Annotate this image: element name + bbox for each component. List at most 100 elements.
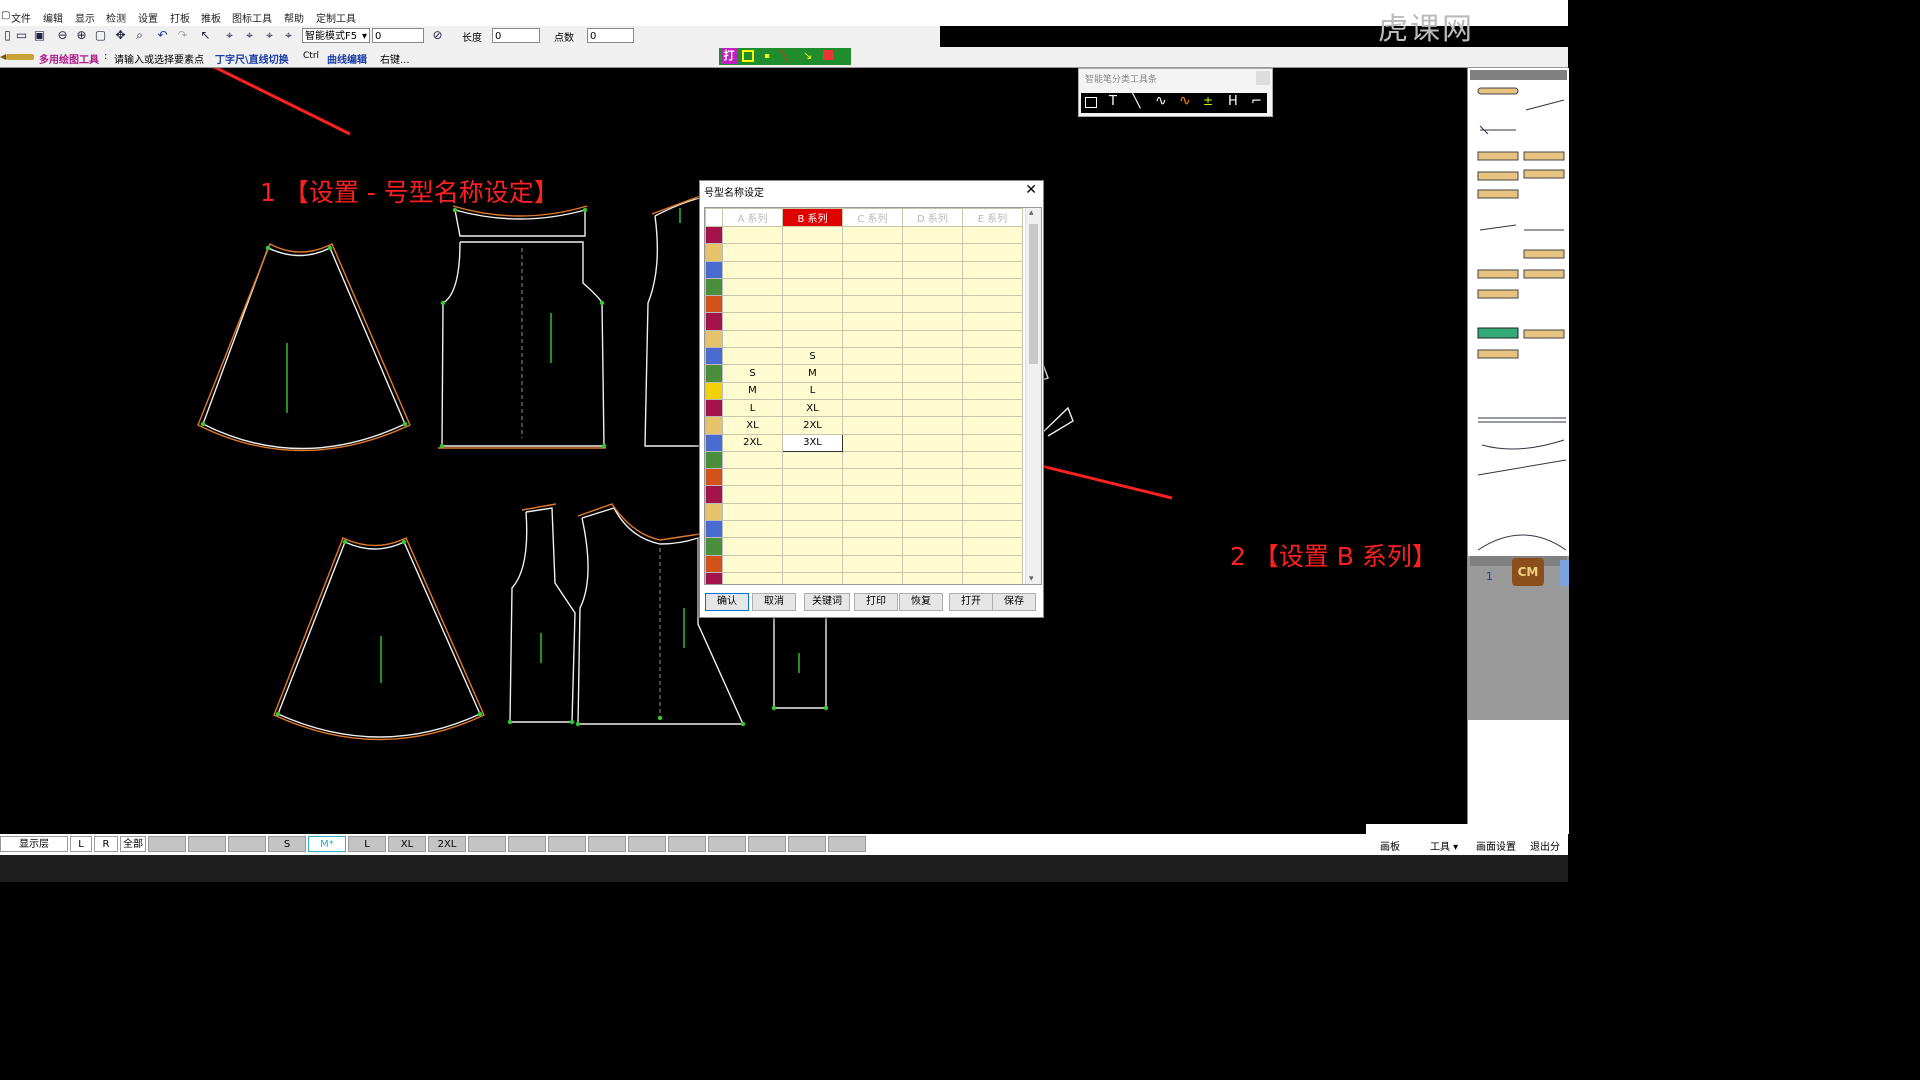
point-tool-c-icon[interactable]: ⌖ [262,28,277,43]
b-series-edit-cell[interactable]: 3XL [782,433,843,452]
grid-cell[interactable] [722,450,783,470]
grid-cell[interactable] [722,277,783,297]
color-swatch[interactable] [705,537,723,556]
smart-mode-select[interactable]: 智能模式F5 ▾ [302,28,370,43]
scroll-up-icon[interactable]: ▴ [1029,208,1034,218]
menu-edit[interactable]: 编辑 [43,10,63,25]
size-slot[interactable] [508,836,546,852]
size-m-button[interactable]: M* [308,836,346,852]
grid-cell[interactable] [842,468,903,487]
save-icon[interactable]: ▣ [32,28,47,43]
color-swatch[interactable] [705,225,723,245]
grid-cell[interactable] [722,312,783,331]
smooth-curve-tool-icon[interactable]: ∿ [1179,93,1191,109]
grid-cell[interactable] [722,260,783,279]
grid-cell[interactable] [962,312,1023,331]
grid-cell[interactable] [782,502,843,522]
grid-cell[interactable] [902,416,963,435]
t-square-tool-icon[interactable]: T [1109,94,1117,109]
layer-l-button[interactable]: L [70,836,92,852]
grid-cell[interactable] [842,571,903,584]
grid-cell[interactable] [842,312,903,331]
grid-cell[interactable] [842,364,903,383]
grid-cell[interactable] [962,364,1023,383]
size-l-button[interactable]: L [348,836,386,852]
grid-cell[interactable] [722,554,783,573]
point-tool-b-icon[interactable]: ⌖ [242,28,257,43]
redo-icon[interactable]: ↷ [175,28,190,43]
curve-toggle-icon[interactable]: ⊘ [430,28,445,43]
color-swatch[interactable] [705,329,723,349]
column-b-header[interactable]: B 系列 [782,208,843,227]
a-series-cell[interactable]: M [722,381,783,400]
color-swatch[interactable] [705,398,723,418]
undo-icon[interactable]: ↶ [155,28,170,43]
grid-cell[interactable] [902,347,963,366]
b-series-cell[interactable]: S [782,347,843,366]
grid-cell[interactable] [962,554,1023,573]
grid-cell[interactable] [782,571,843,584]
grid-cell[interactable] [722,485,783,504]
grid-cell[interactable] [902,364,963,383]
grid-cell[interactable] [962,347,1023,366]
grid-cell[interactable] [842,243,903,262]
grid-cell[interactable] [782,295,843,314]
menu-pattern[interactable]: 打板 [170,10,190,25]
snap-line-icon[interactable]: ╲ [781,49,788,63]
a-series-cell[interactable]: XL [722,416,783,435]
grid-cell[interactable] [962,502,1023,522]
size-slot[interactable] [548,836,586,852]
layer-side-icon[interactable] [1560,560,1569,586]
color-swatch[interactable] [705,347,723,366]
grid-cell[interactable] [842,225,903,245]
tab-tools[interactable]: 工具 ▾ [1430,838,1458,853]
grid-cell[interactable] [962,260,1023,279]
grid-cell[interactable] [782,312,843,331]
grid-cell[interactable] [722,468,783,487]
grid-cell[interactable] [722,225,783,245]
grid-cell[interactable] [962,225,1023,245]
color-swatch[interactable] [705,485,723,504]
grid-cell[interactable] [722,537,783,556]
grid-cell[interactable] [782,468,843,487]
grid-cell[interactable] [782,520,843,539]
length-field[interactable]: 0 [492,28,540,43]
grid-cell[interactable] [902,225,963,245]
grid-cell[interactable] [782,225,843,245]
grid-cell[interactable] [902,381,963,400]
rectangle-tool-icon[interactable] [1085,97,1097,108]
parallel-tool-icon[interactable]: ± [1203,94,1213,108]
grid-cell[interactable] [722,243,783,262]
grid-cell[interactable] [722,520,783,539]
grid-cell[interactable] [902,520,963,539]
size-slot[interactable] [148,836,186,852]
size-slot[interactable] [668,836,706,852]
open-button[interactable]: 打开 [949,593,993,611]
column-c-header[interactable]: C 系列 [842,208,903,227]
color-swatch[interactable] [705,312,723,331]
tab-canvas[interactable]: 画板 [1380,838,1400,853]
close-icon[interactable]: ✕ [1025,182,1037,198]
size-slot[interactable] [588,836,626,852]
grid-cell[interactable] [962,468,1023,487]
size-s-button[interactable]: S [268,836,306,852]
size-slot[interactable] [828,836,866,852]
grid-cell[interactable] [902,537,963,556]
a-series-cell[interactable]: S [722,364,783,383]
point-tool-d-icon[interactable]: ⌖ [281,28,296,43]
line-tool-icon[interactable]: ╲ [1132,93,1140,109]
grid-cell[interactable] [842,450,903,470]
grid-cell[interactable] [902,312,963,331]
grid-cell[interactable] [902,554,963,573]
grid-cell[interactable] [962,450,1023,470]
points-field[interactable]: 0 [587,28,634,43]
snap-point-icon[interactable] [765,54,769,58]
select-pointer-icon[interactable]: ↖ [198,28,213,43]
grid-cell[interactable] [842,260,903,279]
grid-cell[interactable] [902,571,963,584]
menu-grading[interactable]: 推板 [201,10,221,25]
menu-check[interactable]: 检测 [106,10,126,25]
b-series-cell[interactable]: 2XL [782,416,843,435]
corner-tool-icon[interactable]: ⌐ [1251,94,1262,109]
column-a-header[interactable]: A 系列 [722,208,783,227]
